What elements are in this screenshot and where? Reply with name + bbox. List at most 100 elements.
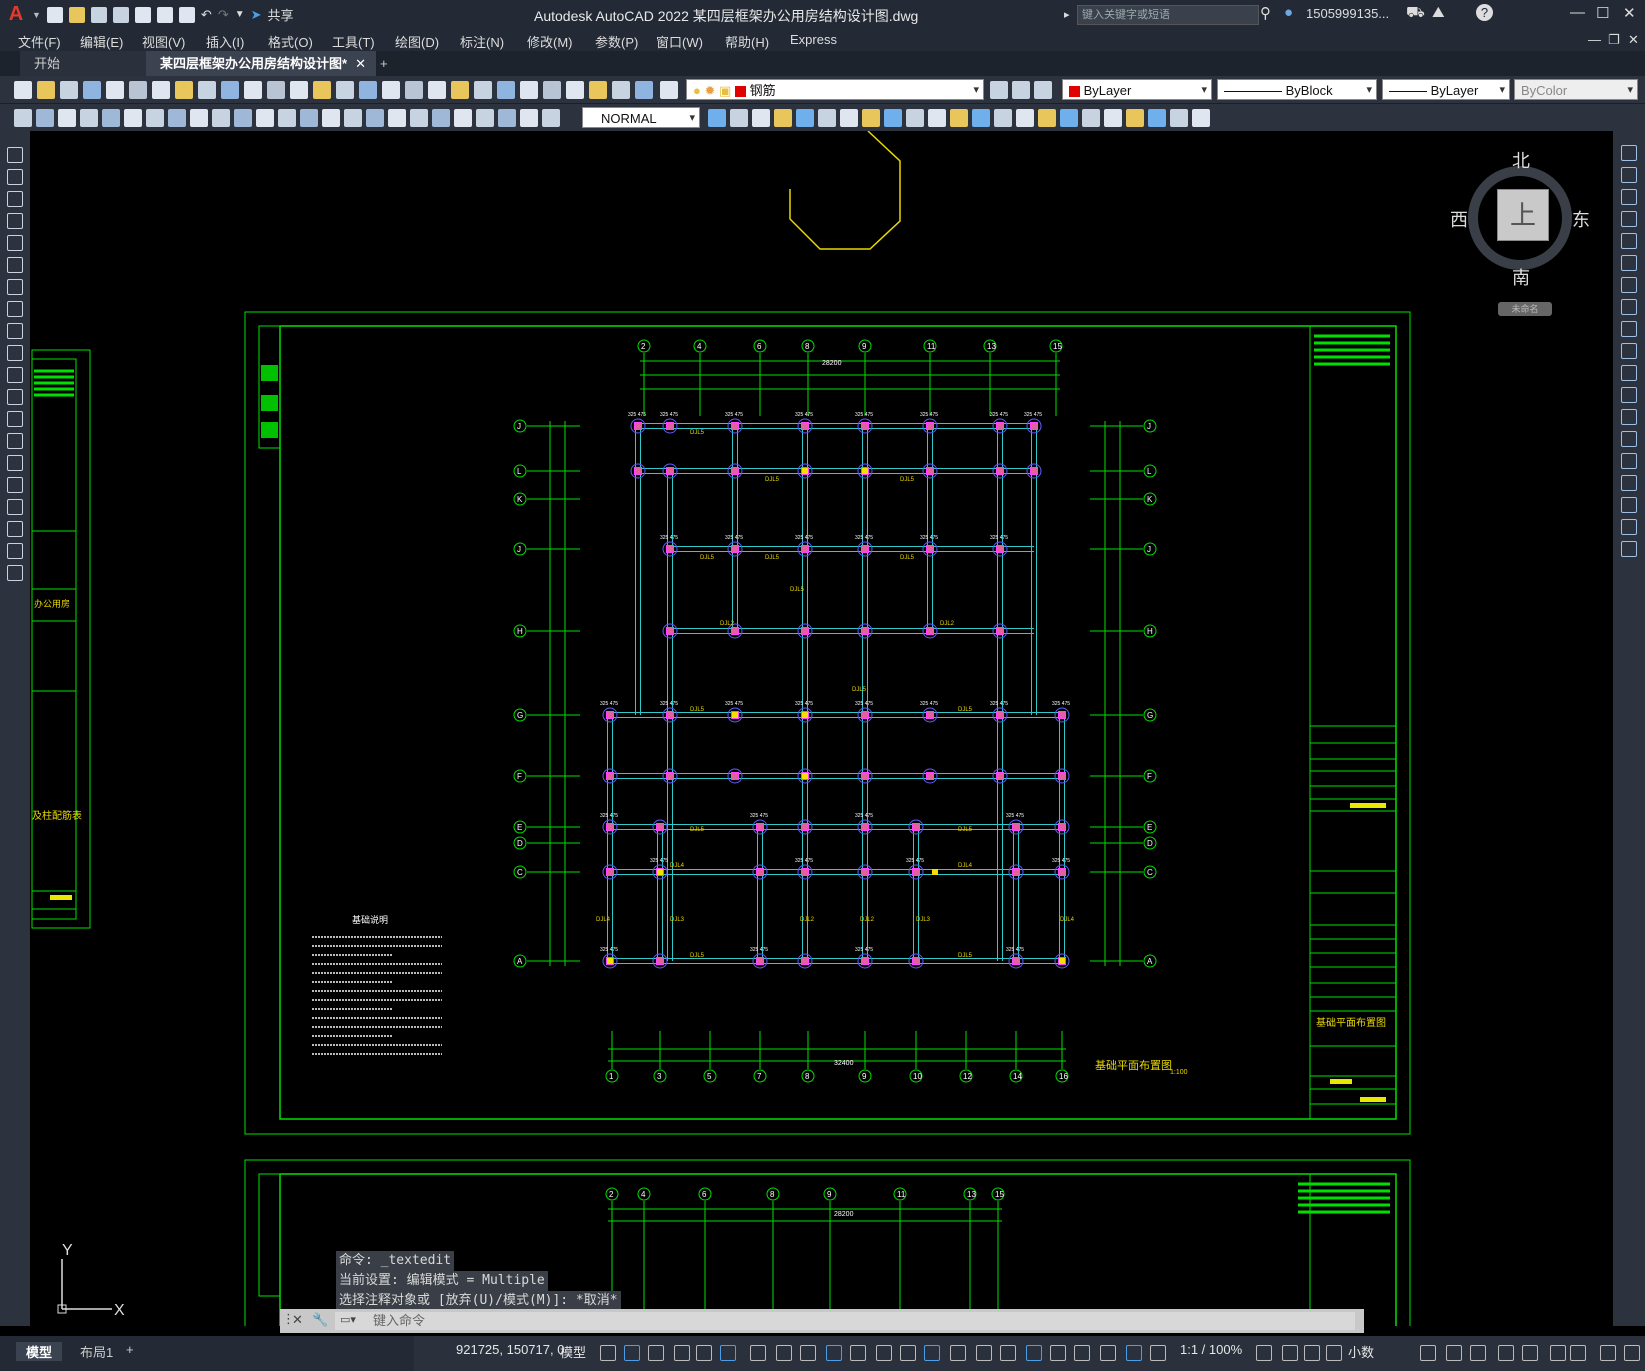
status-toggle-6-icon[interactable] bbox=[720, 1345, 736, 1361]
open-file-icon[interactable] bbox=[68, 6, 85, 23]
draw-tool-3-icon[interactable] bbox=[7, 191, 23, 207]
status-toggle-15-icon[interactable] bbox=[950, 1345, 966, 1361]
standard-tool-13-icon[interactable] bbox=[290, 81, 308, 99]
draw-tool-11-icon[interactable] bbox=[7, 367, 23, 383]
status-tool-3-icon[interactable] bbox=[1304, 1345, 1320, 1361]
save-web-icon[interactable] bbox=[156, 6, 173, 23]
draw-tool-5-icon[interactable] bbox=[7, 235, 23, 251]
status-tool-10-icon[interactable] bbox=[1550, 1345, 1566, 1361]
dimension-tool-5-icon[interactable] bbox=[102, 109, 120, 127]
status-tool-4-icon[interactable] bbox=[1326, 1345, 1342, 1361]
draw-tool-15-icon[interactable] bbox=[7, 455, 23, 471]
add-layout-button[interactable]: + bbox=[126, 1342, 134, 1357]
layer-tool-3-icon[interactable] bbox=[1034, 81, 1052, 99]
modify2-tool-7-icon[interactable] bbox=[840, 109, 858, 127]
color-dropdown[interactable]: ByLayer bbox=[1062, 79, 1212, 101]
standard-tool-2-icon[interactable] bbox=[37, 81, 55, 99]
doc-close-button[interactable]: ✕ bbox=[1628, 32, 1639, 48]
standard-tool-6-icon[interactable] bbox=[129, 81, 147, 99]
dimension-tool-7-icon[interactable] bbox=[146, 109, 164, 127]
quick-access-dropdown-icon[interactable]: ▼ bbox=[235, 9, 245, 20]
dimension-tool-12-icon[interactable] bbox=[256, 109, 274, 127]
draw-tool-18-icon[interactable] bbox=[7, 521, 23, 537]
dimension-tool-18-icon[interactable] bbox=[388, 109, 406, 127]
new-tab-button[interactable]: + bbox=[366, 51, 388, 76]
units-dropdown[interactable]: 小数 bbox=[1348, 1342, 1374, 1361]
autodesk-a360-icon[interactable]: ⛰ bbox=[1432, 4, 1445, 21]
status-toggle-10-icon[interactable] bbox=[826, 1345, 842, 1361]
viewcube-east[interactable]: 东 bbox=[1572, 206, 1590, 232]
search-expand-icon[interactable]: ▸ bbox=[1064, 8, 1070, 21]
menu-tools[interactable]: 工具(T) bbox=[332, 32, 375, 51]
status-toggle-4-icon[interactable] bbox=[674, 1345, 690, 1361]
minimize-button[interactable]: — bbox=[1570, 4, 1585, 21]
dimension-tool-10-icon[interactable] bbox=[212, 109, 230, 127]
status-toggle-13-icon[interactable] bbox=[900, 1345, 916, 1361]
modify-tool-17-icon[interactable] bbox=[1621, 497, 1637, 513]
draw-tool-1-icon[interactable] bbox=[7, 147, 23, 163]
viewcube-south[interactable]: 南 bbox=[1512, 264, 1530, 290]
menu-file[interactable]: 文件(F) bbox=[18, 32, 61, 51]
dimension-tool-22-icon[interactable] bbox=[476, 109, 494, 127]
standard-tool-14-icon[interactable] bbox=[313, 81, 331, 99]
status-tool-2-icon[interactable] bbox=[1282, 1345, 1298, 1361]
command-line-customize-icon[interactable]: 🔧 bbox=[312, 1312, 328, 1328]
modify-tool-7-icon[interactable] bbox=[1621, 277, 1637, 293]
search-icon[interactable]: ⚲ bbox=[1260, 4, 1271, 22]
standard-tool-8-icon[interactable] bbox=[175, 81, 193, 99]
dimension-tool-9-icon[interactable] bbox=[190, 109, 208, 127]
share-icon[interactable]: ➤ bbox=[251, 7, 262, 23]
viewcube[interactable]: 上 北 南 东 西 未命名 bbox=[1450, 146, 1590, 321]
menu-view[interactable]: 视图(V) bbox=[142, 32, 185, 51]
modify2-tool-5-icon[interactable] bbox=[796, 109, 814, 127]
status-tool-13-icon[interactable] bbox=[1624, 1345, 1640, 1361]
recent-commands-icon[interactable]: ▭▾ bbox=[340, 1313, 356, 1326]
layer-tool-2-icon[interactable] bbox=[1012, 81, 1030, 99]
draw-tool-17-icon[interactable] bbox=[7, 499, 23, 515]
open-web-icon[interactable] bbox=[134, 6, 151, 23]
cart-icon[interactable]: ⛟ bbox=[1406, 4, 1425, 23]
plot-icon[interactable] bbox=[178, 6, 195, 23]
modify-tool-4-icon[interactable] bbox=[1621, 211, 1637, 227]
draw-tool-16-icon[interactable] bbox=[7, 477, 23, 493]
dimension-tool-23-icon[interactable] bbox=[498, 109, 516, 127]
status-tool-12-icon[interactable] bbox=[1600, 1345, 1616, 1361]
viewcube-north[interactable]: 北 bbox=[1512, 147, 1530, 173]
draw-tool-10-icon[interactable] bbox=[7, 345, 23, 361]
modify2-tool-15-icon[interactable] bbox=[1016, 109, 1034, 127]
status-tool-6-icon[interactable] bbox=[1446, 1345, 1462, 1361]
standard-tool-21-icon[interactable] bbox=[474, 81, 492, 99]
draw-tool-6-icon[interactable] bbox=[7, 257, 23, 273]
modify2-tool-6-icon[interactable] bbox=[818, 109, 836, 127]
draw-tool-13-icon[interactable] bbox=[7, 411, 23, 427]
dimension-tool-19-icon[interactable] bbox=[410, 109, 428, 127]
dimension-tool-17-icon[interactable] bbox=[366, 109, 384, 127]
dimension-tool-11-icon[interactable] bbox=[234, 109, 252, 127]
dimension-tool-13-icon[interactable] bbox=[278, 109, 296, 127]
status-toggle-8-icon[interactable] bbox=[776, 1345, 792, 1361]
modify-tool-1-icon[interactable] bbox=[1621, 145, 1637, 161]
status-toggle-22-icon[interactable] bbox=[1126, 1345, 1142, 1361]
drawing-area[interactable]: 办公用房 及柱配筋表 基础平面布置图 2 4 6 8 9 11 13 15 1 3 5 7 8 9 10 12… bbox=[30, 131, 1613, 1326]
status-tool-8-icon[interactable] bbox=[1498, 1345, 1514, 1361]
standard-tool-18-icon[interactable] bbox=[405, 81, 423, 99]
standard-tool-27-icon[interactable] bbox=[612, 81, 630, 99]
modify2-tool-9-icon[interactable] bbox=[884, 109, 902, 127]
modify-tool-8-icon[interactable] bbox=[1621, 299, 1637, 315]
menu-draw[interactable]: 绘图(D) bbox=[395, 32, 439, 51]
status-toggle-19-icon[interactable] bbox=[1050, 1345, 1066, 1361]
app-menu-dropdown-icon[interactable]: ▼ bbox=[32, 10, 41, 20]
linetype-dropdown[interactable]: ByBlock bbox=[1217, 79, 1377, 101]
save-as-icon[interactable] bbox=[112, 6, 129, 23]
plotstyle-dropdown[interactable]: ByColor bbox=[1514, 79, 1638, 101]
dimension-tool-3-icon[interactable] bbox=[58, 109, 76, 127]
dimension-tool-20-icon[interactable] bbox=[432, 109, 450, 127]
menu-format[interactable]: 格式(O) bbox=[268, 32, 313, 51]
annotation-scale[interactable]: 1:1 / 100% bbox=[1180, 1342, 1242, 1357]
tab-layout1[interactable]: 布局1 bbox=[74, 1342, 119, 1361]
menu-parametric[interactable]: 参数(P) bbox=[595, 32, 638, 51]
draw-tool-19-icon[interactable] bbox=[7, 543, 23, 559]
draw-tool-20-icon[interactable] bbox=[7, 565, 23, 581]
doc-minimize-button[interactable]: — bbox=[1588, 32, 1601, 47]
dimension-tool-21-icon[interactable] bbox=[454, 109, 472, 127]
